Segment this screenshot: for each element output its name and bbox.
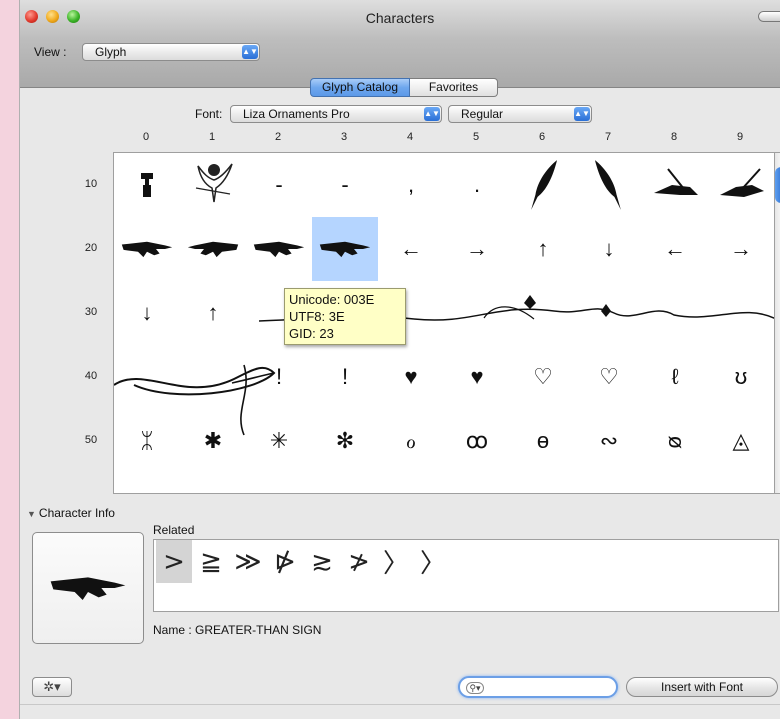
font-style-value: Regular: [461, 107, 504, 121]
column-header: 2: [274, 131, 282, 143]
bottom-divider: [20, 704, 780, 705]
column-header: 8: [670, 131, 678, 143]
column-header: 1: [208, 131, 216, 143]
glyph-preview: [32, 532, 144, 644]
character-name: Name : GREATER-THAN SIGN: [153, 623, 322, 637]
characters-window: Characters View : Glyph ▲▼ Glyph Catalog…: [19, 0, 780, 719]
font-family-popup[interactable]: Liza Ornaments Pro ▲▼: [230, 105, 442, 123]
view-label: View :: [34, 45, 67, 59]
row-header: 50: [84, 434, 98, 446]
character-info-label: Character Info: [38, 506, 115, 520]
column-header: 4: [406, 131, 414, 143]
column-header: 0: [142, 131, 150, 143]
related-label: Related: [153, 523, 195, 537]
search-field[interactable]: ⚲▾: [458, 676, 618, 698]
related-character[interactable]: ≳: [304, 540, 340, 583]
font-label: Font:: [195, 107, 223, 121]
tooltip-gid: GID: 23: [289, 326, 334, 341]
insert-with-font-button[interactable]: Insert with Font: [626, 677, 778, 697]
view-popup-value: Glyph: [95, 45, 127, 59]
title-bar: Characters View : Glyph ▲▼: [20, 0, 780, 88]
tooltip-utf8: UTF8: 3E: [289, 309, 345, 324]
row-header: 10: [84, 178, 98, 190]
related-character[interactable]: ≫: [230, 540, 266, 583]
pointing-hand-icon: [50, 577, 126, 600]
row-header: 30: [84, 306, 98, 318]
font-style-popup[interactable]: Regular ▲▼: [448, 105, 592, 123]
column-header: 6: [538, 131, 546, 143]
column-header: 9: [736, 131, 744, 143]
character-info-toggle[interactable]: ▼ Character Info: [27, 506, 115, 520]
glyph-tooltip: Unicode: 003E UTF8: 3E GID: 23: [284, 288, 406, 345]
glyph-grid-scrollbar[interactable]: [775, 152, 780, 494]
related-character[interactable]: ⋫: [267, 540, 303, 583]
window-title: Characters: [365, 10, 435, 26]
tab-glyph-catalog[interactable]: Glyph Catalog: [310, 78, 410, 97]
scrollbar-thumb[interactable]: [775, 167, 780, 203]
disclosure-triangle-icon: ▼: [27, 509, 36, 519]
related-character[interactable]: 〉: [378, 540, 414, 583]
related-character[interactable]: ≯: [341, 540, 377, 583]
row-header: 40: [84, 370, 98, 382]
tab-favorites[interactable]: Favorites: [410, 78, 498, 97]
toolbar-toggle-button[interactable]: [758, 11, 780, 22]
column-header: 3: [340, 131, 348, 143]
font-family-value: Liza Ornaments Pro: [243, 107, 350, 121]
related-character[interactable]: 〉: [415, 540, 451, 583]
action-gear-button[interactable]: ✲▾: [32, 677, 72, 697]
glyph-grid: - -,. ← → ↑ ↓ ← → ↓ ↑!! ♥ ♥ ♡ ♡ ℓ ʊ ᛯ ✱ ✳ ✻ ℴ ꝏ ɵ ∾ ᴓ ◬: [113, 152, 775, 494]
related-characters-list: > ≧ ≫ ⋫ ≳ ≯ 〉〉: [153, 539, 779, 612]
column-header: 5: [472, 131, 480, 143]
search-icon: ⚲▾: [466, 682, 484, 694]
column-header: 7: [604, 131, 612, 143]
related-character[interactable]: >: [156, 540, 192, 583]
ornament-swash-overlay: [114, 295, 774, 436]
row-header: 20: [84, 242, 98, 254]
view-popup[interactable]: Glyph ▲▼: [82, 43, 260, 61]
popup-arrows-icon: ▲▼: [574, 107, 590, 121]
tooltip-unicode: Unicode: 003E: [289, 292, 375, 307]
related-character[interactable]: ≧: [193, 540, 229, 583]
popup-arrows-icon: ▲▼: [242, 45, 258, 59]
popup-arrows-icon: ▲▼: [424, 107, 440, 121]
